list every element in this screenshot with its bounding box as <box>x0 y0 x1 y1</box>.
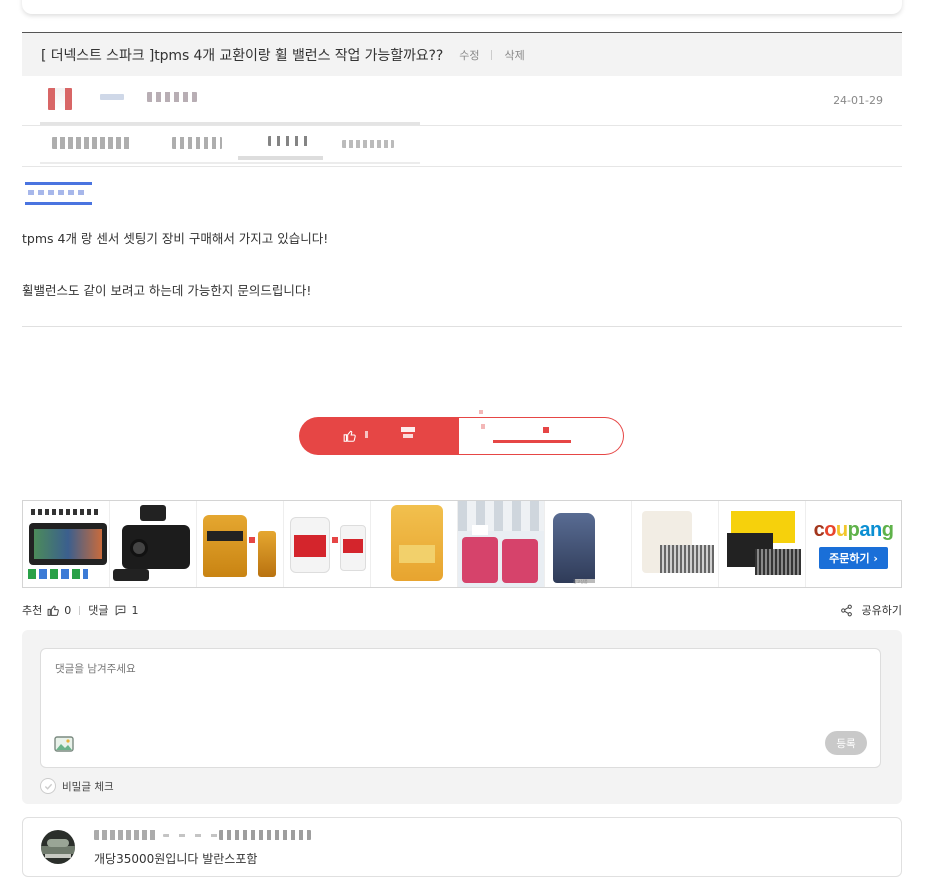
post-date: 24-01-29 <box>833 94 883 107</box>
divider <box>79 605 81 615</box>
author-name-blurred[interactable] <box>100 94 124 100</box>
secret-comment-label: 비밀글 체크 <box>62 780 114 793</box>
author-avatar[interactable] <box>48 88 72 110</box>
coupang-logo: coupang <box>813 519 894 541</box>
thumbs-up-icon <box>343 430 356 442</box>
secret-comment-checkbox[interactable]: 비밀글 체크 <box>40 778 114 794</box>
ad-product-dashcam[interactable] <box>110 501 197 587</box>
ad-caption: 광고상품 <box>573 579 588 584</box>
comment-text: 개당35000원입니다 발란스포함 <box>94 852 258 866</box>
product-ad-strip: 광고상품 coupang 주문하기 › <box>22 500 902 588</box>
comment-submit-button[interactable]: 등록 <box>825 731 867 755</box>
post-stats-row: 추천 0 댓글 1 공유하기 <box>22 601 902 619</box>
avatar[interactable] <box>41 830 75 864</box>
commenter-name-blurred[interactable] <box>94 830 156 840</box>
author-row: 24-01-29 <box>22 76 902 126</box>
comment-date-blurred <box>219 830 311 840</box>
comment-meta-blurred <box>163 834 223 837</box>
tab-2[interactable] <box>172 137 222 149</box>
blurred-label <box>25 182 92 206</box>
divider <box>22 326 902 327</box>
share-button[interactable]: 공유하기 <box>840 602 902 618</box>
tab-4[interactable] <box>342 140 394 148</box>
comment-item: 개당35000원입니다 발란스포함 <box>22 817 902 877</box>
coupang-order-button[interactable]: 주문하기 › <box>819 547 888 569</box>
ad-product-cabin-filter[interactable] <box>632 501 719 587</box>
ad-product-washer-fluid[interactable] <box>458 501 545 587</box>
post-header: [ 더넥스트 스파크 ]tpms 4개 교환이랑 휠 밸런스 작업 가능할까요?… <box>22 32 902 76</box>
share-label: 공유하기 <box>861 604 902 617</box>
ad-product-air-filter[interactable] <box>719 501 806 587</box>
comment-textarea[interactable] <box>41 649 880 733</box>
comment-form: 등록 비밀글 체크 <box>22 630 902 804</box>
comment-input-container: 등록 <box>40 648 881 768</box>
recommend-label: 추천 <box>22 604 43 617</box>
post-body-line: tpms 4개 랑 센서 셋팅기 장비 구매해서 가지고 있습니다! <box>22 231 329 246</box>
edit-button[interactable]: 수정 <box>459 47 479 63</box>
comment-label: 댓글 <box>88 604 109 617</box>
comment-count: 1 <box>131 603 139 617</box>
post-body-line: 휠밸런스도 같이 보려고 하는데 가능한지 문의드립니다! <box>22 283 312 298</box>
post-body: tpms 4개 랑 센서 셋팅기 장비 구매해서 가지고 있습니다! 휠밸런스도… <box>22 230 892 334</box>
post-title: [ 더넥스트 스파크 ]tpms 4개 교환이랑 휠 밸런스 작업 가능할까요?… <box>41 47 444 64</box>
recommend-button[interactable] <box>299 417 459 455</box>
report-button[interactable] <box>459 410 624 455</box>
coupang-ad[interactable]: coupang 주문하기 › <box>806 501 901 587</box>
divider <box>22 166 902 167</box>
previous-card <box>22 0 902 14</box>
recommend-count: 0 <box>64 603 72 617</box>
ad-product-castrol-oil[interactable] <box>284 501 371 587</box>
ad-product-engine-oil[interactable] <box>197 501 284 587</box>
ad-product-gear-oil[interactable]: 광고상품 <box>545 501 632 587</box>
author-info-blurred <box>147 92 197 102</box>
tab-3[interactable] <box>268 136 308 146</box>
checkbox-icon[interactable] <box>40 778 56 794</box>
tab-1[interactable] <box>52 137 132 149</box>
ad-product-dashcam-monitor[interactable] <box>23 501 110 587</box>
comment-bubble-icon <box>115 605 125 615</box>
divider <box>491 49 493 60</box>
ad-product-coolant[interactable] <box>371 501 458 587</box>
delete-button[interactable]: 삭제 <box>504 47 524 63</box>
blurred-tab-bar <box>40 122 420 164</box>
share-icon <box>840 604 852 616</box>
photo-upload-icon[interactable] <box>54 736 74 752</box>
thumbs-up-icon[interactable] <box>47 604 60 617</box>
